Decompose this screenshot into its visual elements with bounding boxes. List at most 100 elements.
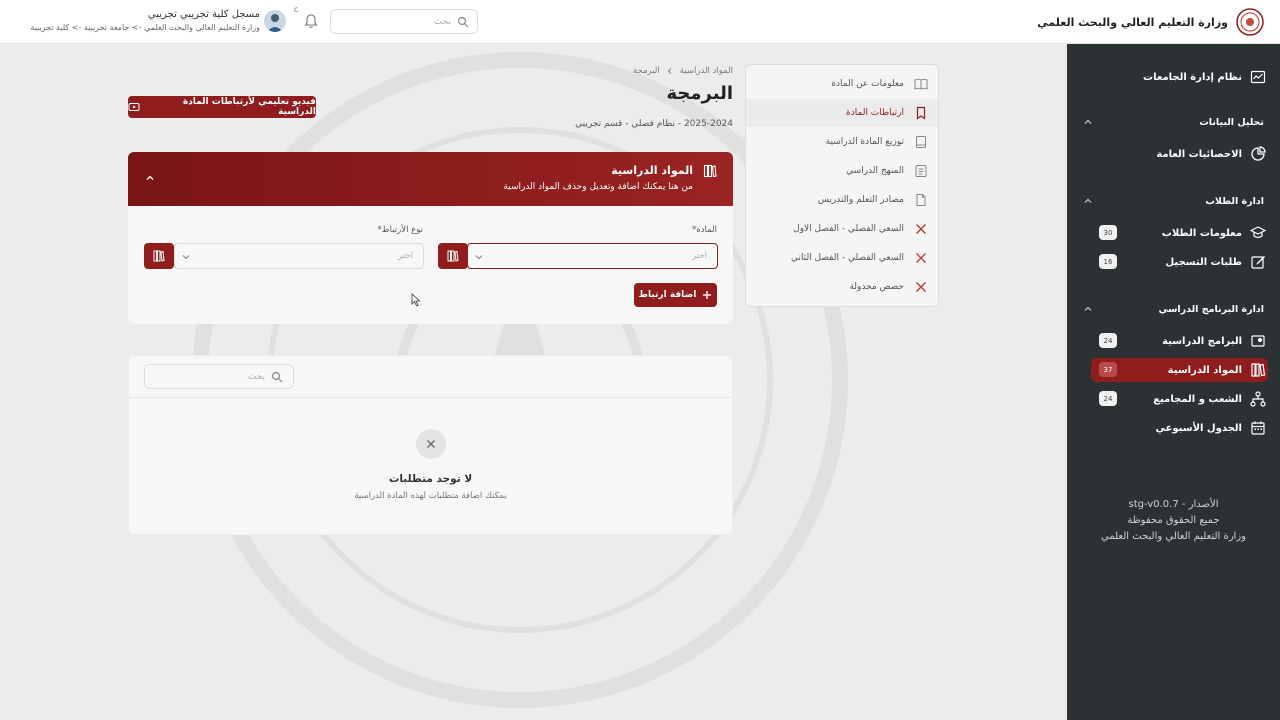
mouse-cursor-icon [411, 293, 421, 307]
sidebar-item-label: الاحصائيات العامة [1156, 148, 1242, 160]
x-icon [914, 251, 928, 265]
search-placeholder: بحث [247, 371, 265, 382]
count-badge: 37 [1099, 362, 1117, 377]
menu-item-label: المنهج الدراسي [846, 166, 904, 176]
book-icon [914, 135, 928, 149]
video-button-label: فيديو تعليمي لأرتباطات المادة الدراسية [182, 97, 316, 117]
menu-item-course-info[interactable]: معلومات عن المادة [746, 70, 938, 98]
menu-item-semester-1[interactable]: السعي الفصلي - الفصل الاول [746, 215, 938, 243]
sidebar-item-programs[interactable]: البرامج الدراسية 24 [1091, 329, 1268, 353]
sidebar-item-weekly-schedule[interactable]: الجدول الأسبوعي [1091, 416, 1268, 440]
books-icon [1250, 362, 1266, 378]
notification-count: C [294, 7, 299, 14]
brand-title: وزارة التعليم العالي والبحث العلمي [1037, 15, 1228, 29]
material-select[interactable]: اختر [467, 243, 718, 269]
plus-icon [702, 290, 712, 300]
section-programs[interactable]: ادارة البرنامج الدراسي [1083, 300, 1264, 318]
user-path: وزارة التعليم العالي والبحث العلمي -> جا… [30, 23, 260, 32]
menu-item-label: السعي الفصلي - الفصل الثاني [790, 253, 904, 263]
menu-item-resources[interactable]: مصادر التعلم والتدريس [746, 186, 938, 214]
search-input[interactable]: بحث [330, 9, 478, 34]
book-open-icon [914, 77, 928, 91]
count-badge: 16 [1099, 254, 1117, 269]
notification-bell-icon[interactable] [303, 13, 319, 29]
user-name: مسجل كلية تجريبي تجريبي [147, 9, 260, 20]
chevron-left-icon [666, 67, 674, 75]
menu-item-label: حصص مجدولة [849, 282, 904, 292]
page-subtitle: 2025-2024 - نظام فصلي - قسم تجريبي [575, 119, 733, 129]
sidebar-footer: الأصدار - stg-v0.0.7 جميع الحقوق محفوظة … [1067, 497, 1280, 545]
sidebar-item-student-info[interactable]: معلومات الطلاب 30 [1091, 221, 1268, 245]
chevron-up-icon [1083, 196, 1093, 206]
x-icon [914, 280, 928, 294]
section-title: ادارة البرنامج الدراسي [1158, 303, 1264, 315]
sidebar-item-label: الجدول الأسبوعي [1155, 422, 1242, 434]
empty-state-x-icon [416, 429, 446, 459]
material-browse-button[interactable] [438, 243, 468, 269]
count-badge: 24 [1099, 333, 1117, 348]
section-title: تحليل البيانات [1199, 116, 1264, 128]
search-icon [457, 16, 469, 28]
tutorial-video-button[interactable]: فيديو تعليمي لأرتباطات المادة الدراسية [128, 96, 316, 118]
sidebar-item-label: الشعب و المجاميع [1153, 393, 1242, 405]
sidebar-item-groups[interactable]: الشعب و المجاميع 24 [1091, 387, 1268, 411]
empty-state-title: لا توجد متطلبات [388, 473, 473, 485]
sidebar-item-courses[interactable]: المواد الدراسية 37 [1091, 358, 1268, 382]
syllabus-icon [914, 164, 928, 178]
breadcrumb-courses[interactable]: المواد الدراسية [680, 66, 733, 76]
menu-item-syllabus[interactable]: المنهج الدراسي [746, 157, 938, 185]
sidebar: نظام إدارة الجامعات تحليل البيانات الاحص… [1067, 44, 1280, 720]
sidebar-item-label: نظام إدارة الجامعات [1143, 71, 1242, 83]
chevron-up-icon [1083, 304, 1093, 314]
avatar[interactable] [264, 10, 286, 32]
menu-item-label: ارتباطات المادة [846, 108, 904, 118]
file-icon [914, 193, 928, 207]
menu-item-course-links[interactable]: ارتباطات المادة [746, 99, 938, 127]
brand[interactable]: وزارة التعليم العالي والبحث العلمي [1037, 8, 1264, 36]
dashboard-icon [1250, 69, 1266, 85]
menu-item-scheduled-classes[interactable]: حصص مجدولة [746, 273, 938, 301]
sidebar-item-system[interactable]: نظام إدارة الجامعات [1091, 65, 1268, 89]
select-placeholder: اختر [692, 251, 707, 261]
panel-header: المواد الدراسية من هنا يمكنك اضافة وتعدي… [128, 152, 733, 206]
count-badge: 24 [1099, 391, 1117, 406]
x-icon [914, 222, 928, 236]
page-title: البرمجة [666, 83, 733, 104]
section-data-analysis[interactable]: تحليل البيانات [1083, 113, 1264, 131]
ministry-logo [1236, 8, 1264, 36]
sidebar-item-label: معلومات الطلاب [1161, 227, 1242, 239]
empty-state-subtitle: يمكنك اضافة متطلبات لهذه المادة الدراسية [354, 491, 507, 501]
divider [129, 397, 732, 398]
requirements-search-input[interactable]: بحث [144, 364, 294, 389]
menu-item-semester-2[interactable]: السعي الفصلي - الفصل الثاني [746, 244, 938, 272]
calendar-icon [1250, 420, 1266, 436]
sidebar-item-label: البرامج الدراسية [1162, 335, 1242, 347]
add-link-button[interactable]: اضافة ارتباط [634, 283, 717, 307]
select-placeholder: اختر [398, 251, 413, 261]
menu-item-label: مصادر التعلم والتدريس [817, 195, 904, 205]
network-icon [1250, 391, 1266, 407]
user-info[interactable]: مسجل كلية تجريبي تجريبي وزارة التعليم ال… [30, 9, 260, 32]
books-icon [153, 250, 165, 262]
version-text: الأصدار - stg-v0.0.7 [1128, 499, 1219, 510]
chevron-up-icon [1083, 117, 1093, 127]
books-icon [703, 164, 717, 178]
add-link-label: اضافة ارتباط [638, 290, 697, 300]
section-students[interactable]: ادارة الطلاب [1083, 192, 1264, 210]
panel-description: من هنا يمكنك اضافة وتعديل وحذف المواد ال… [503, 182, 693, 192]
requirements-card: بحث لا توجد متطلبات يمكنك اضافة متطلبات … [128, 355, 733, 535]
breadcrumb-current: البرمجة [632, 66, 660, 76]
link-type-select[interactable]: اختر [174, 243, 424, 269]
material-label: المادة* [692, 225, 717, 235]
link-type-browse-button[interactable] [144, 243, 174, 269]
sidebar-item-statistics[interactable]: الاحصائيات العامة [1091, 142, 1268, 166]
menu-item-distribution[interactable]: توزيع المادة الدراسية [746, 128, 938, 156]
course-menu: معلومات عن المادة ارتباطات المادة توزيع … [745, 64, 939, 307]
search-icon [271, 371, 283, 383]
sidebar-item-label: المواد الدراسية [1167, 364, 1242, 376]
panel-title: المواد الدراسية [611, 164, 693, 177]
sidebar-item-registration[interactable]: طلبات التسجيل 16 [1091, 250, 1268, 274]
chevron-down-icon [474, 252, 484, 262]
chevron-up-icon[interactable] [144, 172, 156, 184]
menu-item-label: السعي الفصلي - الفصل الاول [793, 224, 904, 234]
